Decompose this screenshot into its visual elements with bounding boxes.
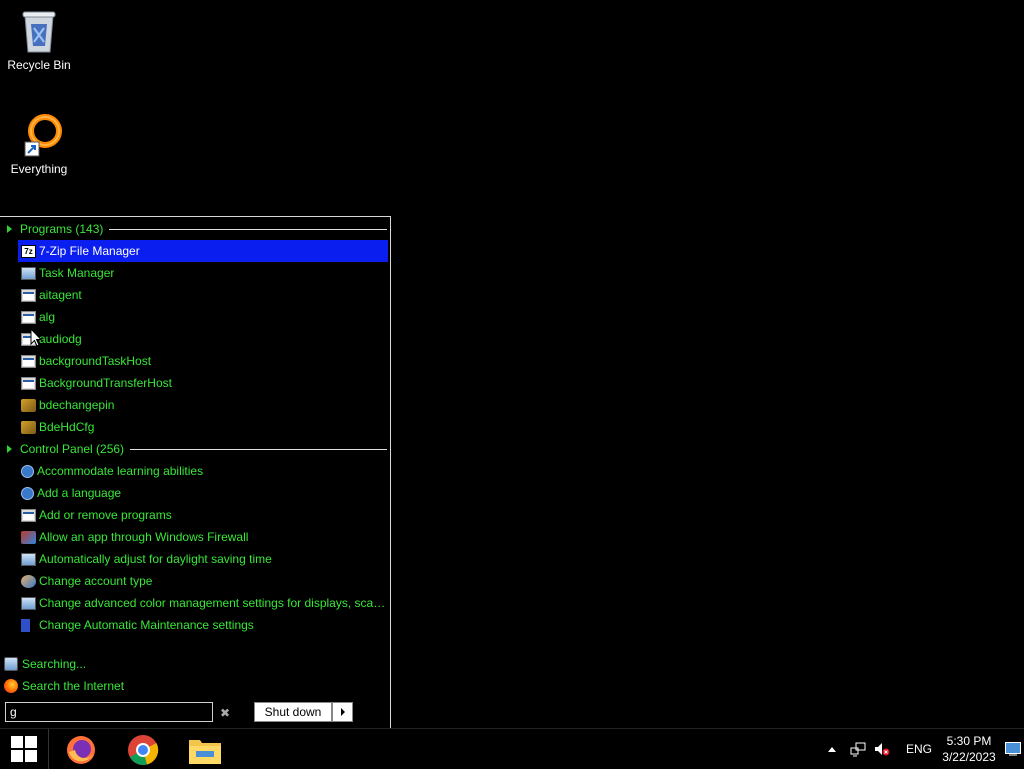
- taskbar-file-explorer[interactable]: [185, 732, 225, 768]
- expand-arrow-icon: [7, 445, 12, 453]
- window-icon: [21, 354, 36, 368]
- cp-item-add-remove-programs[interactable]: Add or remove programs: [18, 504, 388, 526]
- everything-icon: [19, 112, 62, 157]
- cp-item-add-language[interactable]: Add a language: [18, 482, 388, 504]
- desktop-icon-everything[interactable]: Everything: [0, 112, 78, 176]
- cp-item-accommodate-learning[interactable]: Accommodate learning abilities: [18, 460, 388, 482]
- keys-icon: [21, 398, 36, 412]
- control-panel-group-header[interactable]: Control Panel (256): [0, 438, 390, 460]
- start-menu: Programs (143) 7z 7-Zip File Manager Tas…: [0, 216, 391, 729]
- monitor-icon: [21, 596, 36, 610]
- shutdown-button[interactable]: Shut down: [254, 702, 332, 722]
- divider: [130, 448, 387, 450]
- language-indicator[interactable]: ENG: [906, 742, 932, 756]
- search-internet-link[interactable]: Search the Internet: [4, 676, 124, 696]
- program-item-backgroundtaskhost[interactable]: backgroundTaskHost: [18, 350, 388, 372]
- recycle-bin-icon: [19, 8, 59, 53]
- cp-item-color-management[interactable]: Change advanced color management setting…: [18, 592, 388, 614]
- notification-icon[interactable]: [1005, 742, 1021, 756]
- firefox-icon: [67, 736, 95, 764]
- clear-search-icon[interactable]: ✖: [220, 706, 230, 720]
- program-item-audiodg[interactable]: audiodg: [18, 328, 388, 350]
- cp-item-daylight-saving[interactable]: Automatically adjust for daylight saving…: [18, 548, 388, 570]
- firefox-icon: [4, 679, 18, 693]
- flag-icon: [21, 618, 36, 632]
- language-icon: [21, 486, 34, 500]
- ease-of-access-icon: [21, 464, 34, 478]
- volume-muted-icon[interactable]: [874, 741, 890, 757]
- recycle-bin-label: Recycle Bin: [7, 58, 71, 72]
- program-item-task-manager[interactable]: Task Manager: [18, 262, 388, 284]
- cp-item-automatic-maintenance[interactable]: Change Automatic Maintenance settings: [18, 614, 388, 636]
- file-explorer-icon: [189, 740, 221, 764]
- clock-date: 3/22/2023: [942, 750, 996, 764]
- window-icon: [21, 310, 36, 324]
- program-item-7zip[interactable]: 7z 7-Zip File Manager: [18, 240, 388, 262]
- search-status-icon: [4, 657, 18, 671]
- users-icon: [21, 574, 36, 588]
- search-input[interactable]: [5, 702, 213, 722]
- chrome-icon: [128, 735, 159, 765]
- programs-group-header[interactable]: Programs (143): [0, 218, 390, 240]
- expand-arrow-icon: [7, 225, 12, 233]
- system-tray: ENG: [828, 729, 932, 769]
- clock-time: 5:30 PM: [946, 734, 992, 748]
- show-hidden-icons-icon[interactable]: [828, 746, 836, 752]
- program-item-alg[interactable]: alg: [18, 306, 388, 328]
- keys-icon: [21, 420, 36, 434]
- taskbar-chrome[interactable]: [123, 732, 163, 768]
- 7zip-icon: 7z: [21, 244, 36, 258]
- window-icon: [21, 288, 36, 302]
- chevron-right-icon: [340, 708, 345, 716]
- everything-label: Everything: [10, 162, 68, 176]
- network-icon[interactable]: [850, 741, 866, 757]
- program-item-bdechangepin[interactable]: bdechangepin: [18, 394, 388, 416]
- program-item-bdehdcfg[interactable]: BdeHdCfg: [18, 416, 388, 438]
- shutdown-options-button[interactable]: [332, 702, 353, 722]
- taskbar-firefox[interactable]: [61, 732, 101, 768]
- divider: [109, 228, 387, 230]
- cp-item-firewall[interactable]: Allow an app through Windows Firewall: [18, 526, 388, 548]
- cp-item-change-account-type[interactable]: Change account type: [18, 570, 388, 592]
- searching-status: Searching...: [4, 654, 86, 674]
- desktop-icon-recycle-bin[interactable]: Recycle Bin: [0, 8, 78, 72]
- start-button[interactable]: [0, 729, 49, 769]
- window-icon: [21, 376, 36, 390]
- clock[interactable]: 5:30 PM 3/22/2023: [936, 733, 1002, 765]
- program-item-backgroundtransferhost[interactable]: BackgroundTransferHost: [18, 372, 388, 394]
- taskbar: ENG 5:30 PM 3/22/2023: [0, 728, 1024, 769]
- clock-icon: [21, 552, 36, 566]
- mouse-cursor-icon: [30, 328, 42, 347]
- programs-icon: [21, 508, 36, 522]
- task-manager-icon: [21, 266, 36, 280]
- firewall-icon: [21, 530, 36, 544]
- windows-logo-icon: [11, 736, 37, 762]
- program-item-aitagent[interactable]: aitagent: [18, 284, 388, 306]
